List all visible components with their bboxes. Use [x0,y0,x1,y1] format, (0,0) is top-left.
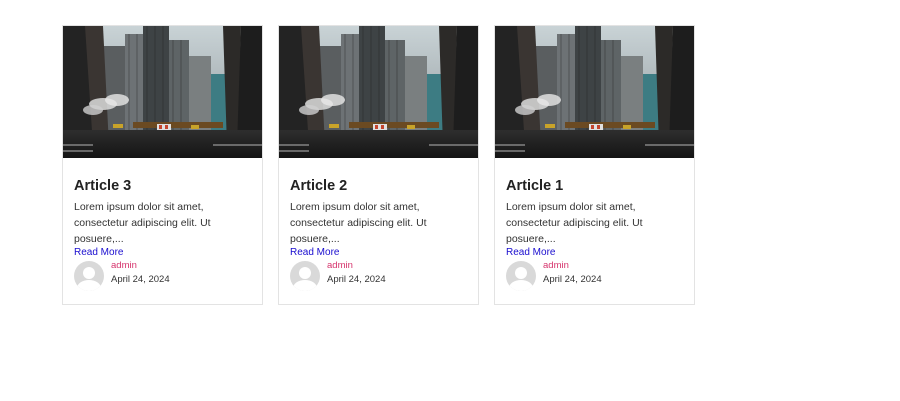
post-grid: Article 3 Lorem ipsum dolor sit amet, co… [62,25,695,305]
post-body: Article 1 Lorem ipsum dolor sit amet, co… [495,177,694,291]
read-more-link[interactable]: Read More [74,247,251,259]
post-card: Article 1 Lorem ipsum dolor sit amet, co… [494,25,695,305]
post-thumbnail[interactable] [279,26,478,158]
author-link[interactable]: admin [111,260,170,271]
post-title[interactable]: Article 1 [506,177,683,195]
avatar [74,261,104,291]
post-meta: admin April 24, 2024 [74,260,251,291]
post-date: April 24, 2024 [327,274,386,285]
post-thumbnail[interactable] [63,26,262,158]
post-card: Article 3 Lorem ipsum dolor sit amet, co… [62,25,263,305]
post-card: Article 2 Lorem ipsum dolor sit amet, co… [278,25,479,305]
author-link[interactable]: admin [543,260,602,271]
author-link[interactable]: admin [327,260,386,271]
post-title[interactable]: Article 3 [74,177,251,195]
post-excerpt: Lorem ipsum dolor sit amet, consectetur … [290,201,427,245]
read-more-link[interactable]: Read More [290,247,467,259]
post-title[interactable]: Article 2 [290,177,467,195]
post-thumbnail[interactable] [495,26,694,158]
post-date: April 24, 2024 [543,274,602,285]
post-body: Article 2 Lorem ipsum dolor sit amet, co… [279,177,478,291]
avatar [290,261,320,291]
post-meta: admin April 24, 2024 [506,260,683,291]
post-meta: admin April 24, 2024 [290,260,467,291]
meta-text: admin April 24, 2024 [327,260,386,286]
post-date: April 24, 2024 [111,274,170,285]
avatar [506,261,536,291]
meta-text: admin April 24, 2024 [543,260,602,286]
meta-text: admin April 24, 2024 [111,260,170,286]
post-excerpt: Lorem ipsum dolor sit amet, consectetur … [506,201,643,245]
read-more-link[interactable]: Read More [506,247,683,259]
post-excerpt: Lorem ipsum dolor sit amet, consectetur … [74,201,211,245]
post-body: Article 3 Lorem ipsum dolor sit amet, co… [63,177,262,291]
